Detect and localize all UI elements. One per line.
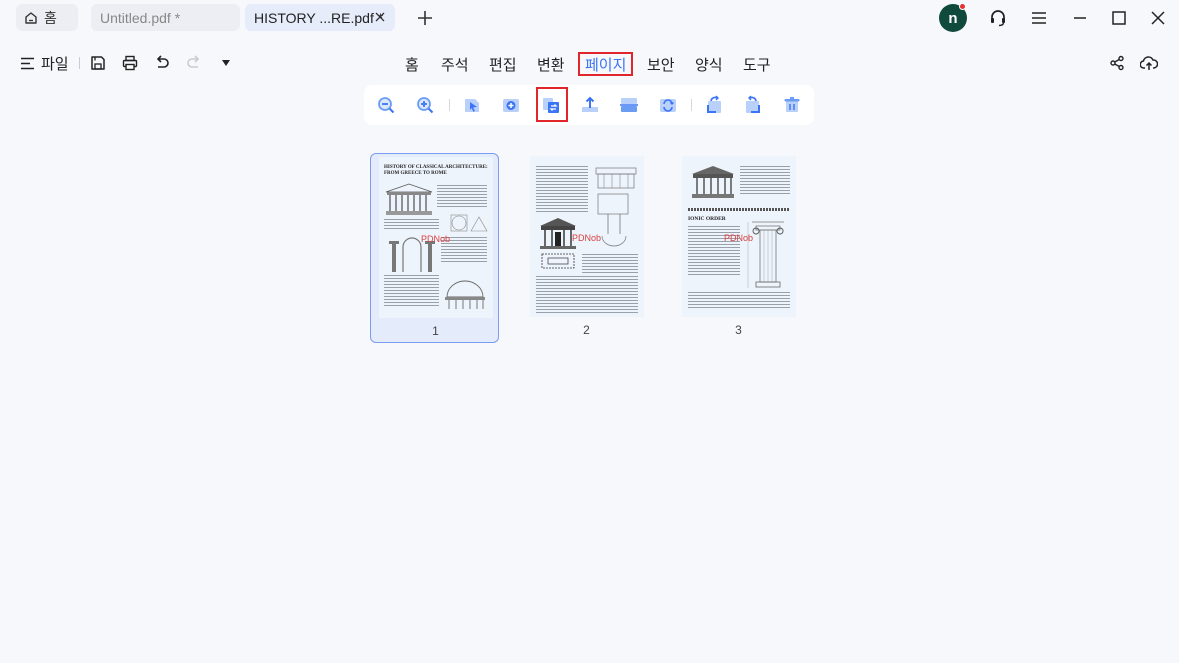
rotate-left-icon	[707, 95, 721, 113]
page-title: HISTORY OF CLASSICAL ARCHITECTURE: FROM …	[384, 165, 488, 176]
tab-page[interactable]: 페이지	[578, 52, 634, 76]
title-bar: 홈 Untitled.pdf * HISTORY ...RE.pdf * n	[0, 0, 1179, 36]
diagram-illustration	[450, 214, 488, 232]
tab-form[interactable]: 양식	[695, 52, 723, 76]
tab-history-pdf[interactable]: HISTORY ...RE.pdf *	[245, 4, 395, 31]
split-page-icon	[620, 98, 638, 112]
split-page-button[interactable]	[617, 93, 641, 117]
text-block	[536, 166, 588, 214]
delete-page-button[interactable]	[780, 93, 804, 117]
zoom-in-icon	[417, 97, 434, 114]
page-number: 1	[432, 324, 439, 338]
headset-icon	[991, 10, 1005, 27]
page-number: 2	[583, 323, 590, 337]
insert-page-icon	[503, 99, 519, 112]
rotate-right-icon	[746, 95, 760, 113]
text-block	[536, 276, 638, 315]
highlight-box	[536, 87, 568, 122]
tab-label: Untitled.pdf *	[100, 9, 181, 26]
minimize-icon	[1074, 17, 1086, 19]
tab-home[interactable]: 홈	[405, 52, 419, 76]
trash-icon	[784, 97, 800, 112]
text-block	[437, 185, 487, 209]
watermark: PDNob	[724, 233, 754, 243]
cloud-upload-button[interactable]	[1139, 53, 1159, 73]
tab-edit[interactable]: 편집	[489, 52, 517, 76]
support-button[interactable]	[986, 6, 1010, 30]
watermark: PDNob	[421, 234, 451, 244]
page-preview: IONIC ORDER PDNob	[682, 156, 796, 317]
tab-tools[interactable]: 도구	[743, 52, 771, 76]
reverse-page-icon	[660, 99, 676, 112]
ionic-column-illustration	[747, 221, 784, 288]
add-tab-icon[interactable]	[414, 7, 436, 29]
maximize-icon	[1112, 11, 1126, 25]
temple-illustration	[692, 166, 734, 198]
zoom-out-icon	[378, 97, 395, 114]
text-block	[688, 292, 790, 310]
avatar-letter: n	[948, 9, 958, 27]
close-icon[interactable]	[373, 10, 387, 24]
reverse-page-button[interactable]	[656, 93, 680, 117]
share-button[interactable]	[1107, 53, 1127, 73]
divider	[449, 99, 450, 111]
main-menu-tabs: 홈 주석 편집 변환 페이지 보안 양식 도구	[0, 52, 1179, 76]
maximize-button[interactable]	[1107, 6, 1131, 30]
minimize-button[interactable]	[1068, 6, 1092, 30]
insert-page-button[interactable]	[499, 93, 523, 117]
page-toolbar	[364, 85, 814, 125]
tab-untitled-pdf[interactable]: Untitled.pdf *	[91, 4, 240, 31]
tab-label: HISTORY ...RE.pdf *	[254, 9, 384, 26]
page-thumbnail-1[interactable]: HISTORY OF CLASSICAL ARCHITECTURE: FROM …	[370, 153, 499, 343]
notification-dot	[959, 3, 966, 10]
close-icon	[1151, 11, 1165, 25]
menu-button[interactable]	[1027, 6, 1051, 30]
close-window-button[interactable]	[1146, 6, 1170, 30]
section-heading: IONIC ORDER	[688, 216, 726, 222]
tab-convert[interactable]: 변환	[537, 52, 565, 76]
extract-page-button[interactable]	[460, 93, 484, 117]
cloud-upload-icon	[1140, 56, 1158, 70]
zoom-out-button[interactable]	[374, 93, 398, 117]
text-block	[740, 166, 790, 196]
temple-illustration	[540, 218, 576, 269]
page-thumbnail-3[interactable]: IONIC ORDER PDNob 3	[674, 153, 803, 343]
temple-illustration	[385, 183, 433, 215]
watermark: PDNob	[572, 233, 602, 243]
text-block	[384, 219, 439, 231]
tab-home-label: 홈	[44, 9, 57, 26]
tab-home[interactable]: 홈	[16, 4, 78, 31]
tab-annotate[interactable]: 주석	[441, 52, 469, 76]
page-thumbnail-2[interactable]: PDNob 2	[522, 153, 651, 343]
home-icon	[25, 11, 37, 24]
menu-bar: 파일 홈 주석 편집 변환 페이지 보안 양식 도구	[0, 44, 1179, 82]
divider	[691, 99, 692, 111]
export-page-icon	[582, 96, 598, 112]
text-block	[582, 254, 638, 275]
hamburger-icon	[1032, 12, 1046, 24]
dome-illustration	[445, 280, 485, 309]
tab-security[interactable]: 보안	[647, 52, 675, 76]
rotate-right-button[interactable]	[741, 93, 765, 117]
page-preview: PDNob	[530, 156, 644, 317]
page-number: 3	[735, 323, 742, 337]
page-preview: HISTORY OF CLASSICAL ARCHITECTURE: FROM …	[379, 157, 493, 318]
rotate-left-button[interactable]	[702, 93, 726, 117]
zoom-in-button[interactable]	[413, 93, 437, 117]
text-block	[384, 275, 439, 308]
share-icon	[1110, 55, 1124, 71]
export-page-button[interactable]	[578, 93, 602, 117]
extract-page-icon	[465, 99, 479, 112]
ornament-band	[688, 208, 790, 211]
